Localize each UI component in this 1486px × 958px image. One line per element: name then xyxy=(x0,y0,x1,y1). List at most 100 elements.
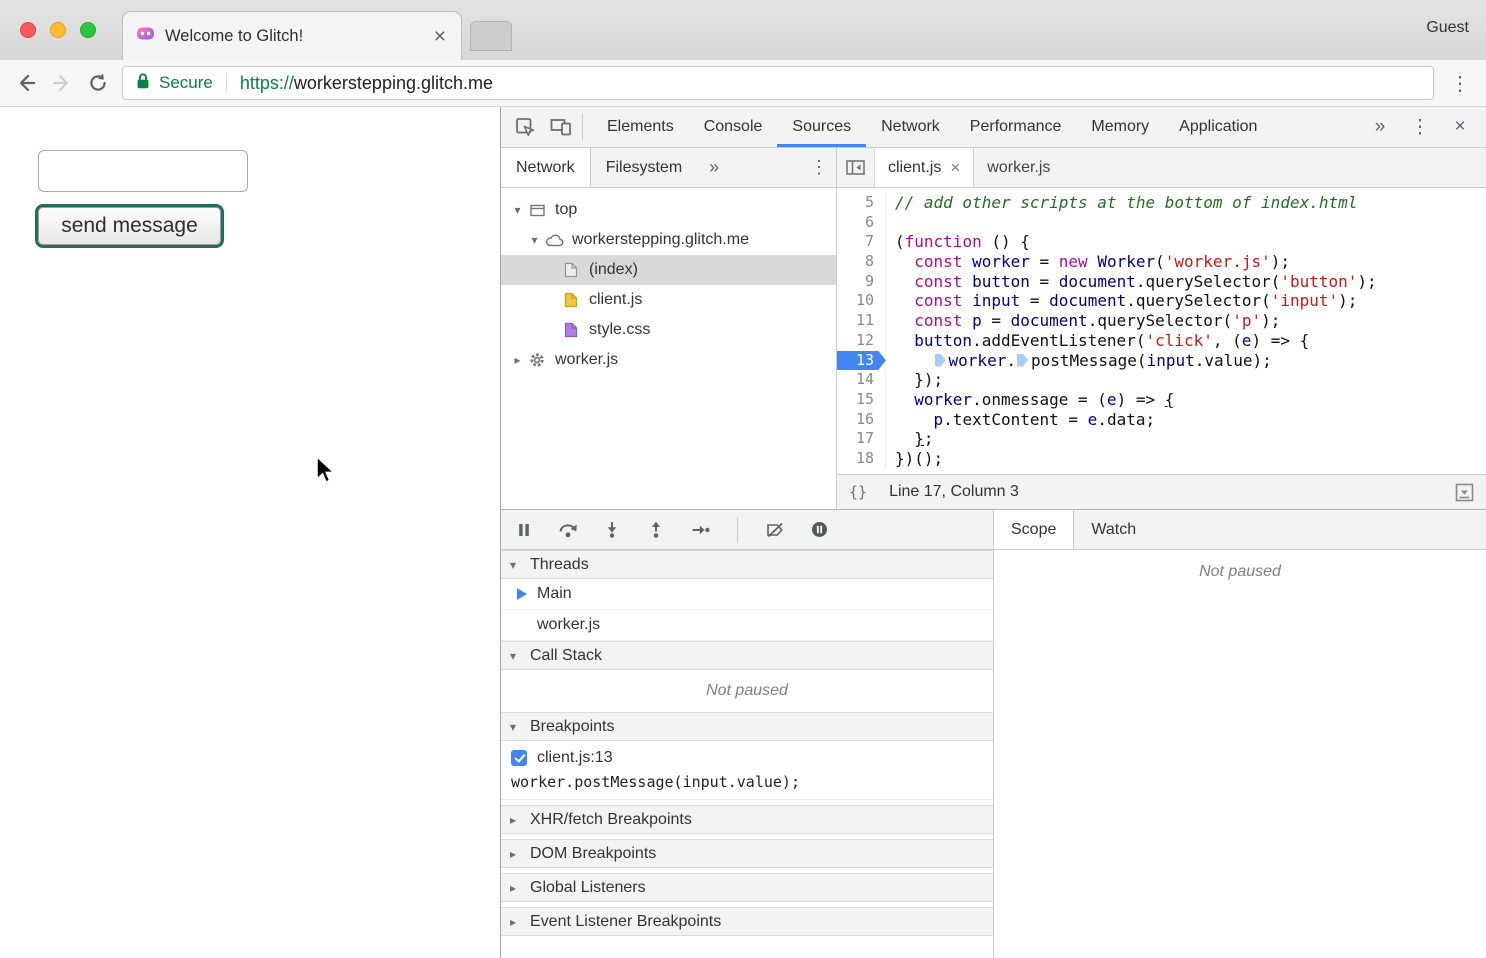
tree-item-workerstepping-glitch-me[interactable]: ▾workerstepping.glitch.me xyxy=(501,225,836,255)
toggle-navigator-button[interactable] xyxy=(837,148,875,187)
breakpoint-checkbox[interactable] xyxy=(511,750,527,766)
toggle-drawer-button[interactable] xyxy=(1455,483,1474,502)
pretty-print-button[interactable]: {} xyxy=(849,483,867,501)
line-number[interactable]: 18 xyxy=(837,449,886,469)
code-line: 12 button.addEventListener('click', (e) … xyxy=(837,331,1486,351)
devtools-menu-button[interactable]: ⋮ xyxy=(1400,107,1440,147)
section-event-listener-breakpoints[interactable]: ▸Event Listener Breakpoints xyxy=(501,907,993,936)
thread-main[interactable]: Main xyxy=(501,579,993,610)
pause-button[interactable] xyxy=(514,522,534,538)
navigator-more-tabs-button[interactable]: » xyxy=(697,148,731,187)
navigator-tabs: NetworkFilesystem xyxy=(501,148,697,187)
tree-item-label: (index) xyxy=(589,261,638,279)
devtools-tab-network[interactable]: Network xyxy=(866,107,955,147)
thread-worker-js[interactable]: worker.js xyxy=(501,610,993,641)
navigator-menu-button[interactable]: ⋮ xyxy=(802,148,836,187)
code-view[interactable]: 5// add other scripts at the bottom of i… xyxy=(837,188,1486,474)
step-button[interactable] xyxy=(690,522,710,538)
close-devtools-button[interactable]: × xyxy=(1440,107,1480,147)
tree-item-top[interactable]: ▾top xyxy=(501,195,836,225)
inline-breakpoint-marker[interactable] xyxy=(1017,354,1028,367)
line-number[interactable]: 5 xyxy=(837,193,886,213)
line-number[interactable]: 13 xyxy=(837,351,886,371)
line-number[interactable]: 7 xyxy=(837,232,886,252)
zoom-window-button[interactable] xyxy=(80,22,96,38)
device-toolbar-button[interactable] xyxy=(543,107,579,147)
editor-tab-client-js[interactable]: client.js× xyxy=(875,148,974,187)
inspect-button[interactable] xyxy=(507,107,543,147)
tree-item-client-js[interactable]: client.js xyxy=(501,285,836,315)
browser-menu-button[interactable]: ⋮ xyxy=(1442,65,1478,101)
tab-stub[interactable] xyxy=(470,21,512,51)
devtools-tab-performance[interactable]: Performance xyxy=(955,107,1077,147)
code-text: worker.postMessage(input.value); xyxy=(886,351,1272,371)
tree-item-style-css[interactable]: style.css xyxy=(501,315,836,345)
section-xhr-fetch-breakpoints[interactable]: ▸XHR/fetch Breakpoints xyxy=(501,805,993,834)
devtools-tab-console[interactable]: Console xyxy=(689,107,778,147)
line-number[interactable]: 15 xyxy=(837,390,886,410)
line-number[interactable]: 12 xyxy=(837,331,886,351)
lock-icon xyxy=(136,72,150,95)
section-threads[interactable]: ▾ Threads xyxy=(501,550,993,579)
step-over-button[interactable] xyxy=(558,521,578,538)
source-editor: client.js×worker.js 5// add other script… xyxy=(837,148,1486,509)
code-text: const input = document.querySelector('in… xyxy=(886,291,1357,311)
inline-breakpoint-marker[interactable] xyxy=(935,354,946,367)
disclosure-icon: ▾ xyxy=(510,558,521,572)
forward-button[interactable] xyxy=(44,65,80,101)
reload-button[interactable] xyxy=(80,65,116,101)
editor-tab-worker-js[interactable]: worker.js xyxy=(974,148,1063,187)
code-line: 10 const input = document.querySelector(… xyxy=(837,291,1486,311)
devtools-tab-elements[interactable]: Elements xyxy=(592,107,689,147)
devtools-tab-sources[interactable]: Sources xyxy=(777,107,866,147)
address-bar[interactable]: Secure https://workerstepping.glitch.me xyxy=(122,66,1434,100)
url-separator xyxy=(226,74,227,92)
sidebar-tab-watch[interactable]: Watch xyxy=(1074,510,1153,549)
minimize-window-button[interactable] xyxy=(50,22,66,38)
mouse-cursor xyxy=(314,456,336,484)
toolbar-divider xyxy=(582,114,583,140)
editor-statusbar: {} Line 17, Column 3 xyxy=(837,474,1486,509)
devtools-tab-application[interactable]: Application xyxy=(1164,107,1272,147)
line-number[interactable]: 10 xyxy=(837,291,886,311)
secure-label: Secure xyxy=(159,73,213,93)
more-tabs-button[interactable]: » xyxy=(1360,107,1400,147)
line-number[interactable]: 11 xyxy=(837,311,886,331)
sidebar-tab-scope[interactable]: Scope xyxy=(994,510,1074,549)
line-number[interactable]: 17 xyxy=(837,429,886,449)
stylesheet-file-icon xyxy=(560,322,582,338)
tab-title: Welcome to Glitch! xyxy=(165,27,422,46)
line-number[interactable]: 14 xyxy=(837,370,886,390)
close-tab-icon[interactable]: × xyxy=(950,158,960,178)
message-input[interactable] xyxy=(38,150,248,192)
navigator-tab-network[interactable]: Network xyxy=(501,148,591,187)
section-label: Breakpoints xyxy=(530,718,615,736)
debugger-pane: ▾ Threads Mainworker.js ▾ Call Stack Not… xyxy=(501,510,994,958)
tree-item-index[interactable]: (index) xyxy=(501,255,836,285)
line-number[interactable]: 8 xyxy=(837,252,886,272)
section-global-listeners[interactable]: ▸Global Listeners xyxy=(501,873,993,902)
line-number[interactable]: 9 xyxy=(837,272,886,292)
navigator-tab-filesystem[interactable]: Filesystem xyxy=(591,148,697,187)
step-out-button[interactable] xyxy=(646,521,666,538)
section-breakpoints[interactable]: ▾ Breakpoints xyxy=(501,712,993,741)
browser-tab[interactable]: Welcome to Glitch! × xyxy=(122,11,462,60)
close-window-button[interactable] xyxy=(20,22,36,38)
step-into-button[interactable] xyxy=(602,521,622,538)
devtools-tab-memory[interactable]: Memory xyxy=(1076,107,1164,147)
pause-icon xyxy=(516,522,532,538)
code-line: 6 xyxy=(837,213,1486,233)
code-line: 8 const worker = new Worker('worker.js')… xyxy=(837,252,1486,272)
send-message-button[interactable]: send message xyxy=(38,207,221,245)
tree-item-worker-js[interactable]: ▸worker.js xyxy=(501,345,836,375)
back-button[interactable] xyxy=(8,65,44,101)
frame-icon xyxy=(526,204,548,217)
section-call-stack[interactable]: ▾ Call Stack xyxy=(501,641,993,670)
close-tab-icon[interactable]: × xyxy=(432,26,448,47)
line-number[interactable]: 6 xyxy=(837,213,886,233)
section-dom-breakpoints[interactable]: ▸DOM Breakpoints xyxy=(501,839,993,868)
line-number[interactable]: 16 xyxy=(837,410,886,430)
breakpoint-entry[interactable]: client.js:13 worker.postMessage(input.va… xyxy=(501,741,993,800)
deactivate-breakpoints-button[interactable] xyxy=(765,522,785,538)
pause-on-exceptions-button[interactable] xyxy=(809,521,829,538)
